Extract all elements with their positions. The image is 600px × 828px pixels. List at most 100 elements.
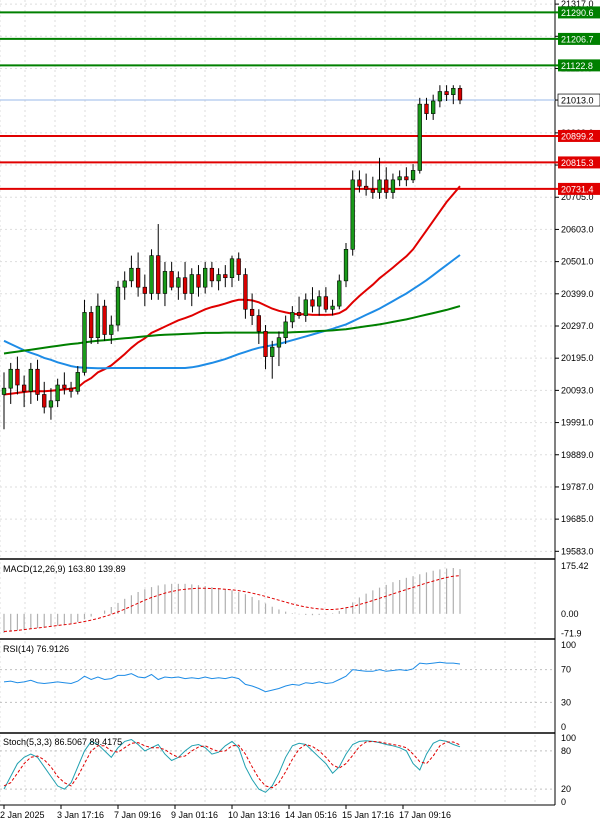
rsi-tick-label: 0 — [561, 722, 566, 732]
price-tick-label: 20603.0 — [561, 224, 594, 234]
candle-body — [410, 170, 416, 181]
rsi-line — [3, 661, 461, 693]
price-tick-label: 20093.0 — [561, 385, 594, 395]
candle-body — [95, 305, 101, 338]
time-tick-label: 10 Jan 13:16 — [228, 810, 280, 820]
chart-root: 21317.021215.021113.021013.020909.020807… — [0, 0, 600, 823]
candle-body — [115, 286, 121, 326]
candle-body — [276, 337, 282, 348]
moving-average-line — [3, 185, 461, 396]
candle-body — [203, 267, 208, 288]
time-tick-label: 9 Jan 01:16 — [171, 810, 218, 820]
macd-tick-label: 175.42 — [561, 561, 589, 571]
candle-body — [384, 179, 389, 193]
candle-body — [249, 308, 255, 316]
candle-body — [156, 255, 161, 294]
candle-body — [323, 296, 329, 310]
candle-body — [444, 91, 449, 95]
candle-body — [377, 179, 382, 193]
candle-body — [310, 299, 315, 307]
candle-body — [21, 384, 27, 392]
candle-body — [296, 312, 302, 316]
price-tick-label: 20501.0 — [561, 257, 594, 267]
candle-body — [330, 305, 335, 310]
level-label: 21290.6 — [561, 8, 594, 18]
candle-body — [89, 312, 94, 338]
candle-body — [109, 324, 114, 335]
candle-body — [370, 189, 375, 193]
candle-body — [176, 277, 181, 288]
candle-body — [283, 321, 288, 338]
candle-body — [397, 176, 402, 181]
moving-average-line — [3, 305, 461, 355]
candle-body — [15, 368, 20, 386]
candle-body — [263, 331, 268, 357]
level-label: 20731.4 — [561, 184, 594, 194]
candle-body — [317, 296, 322, 307]
candle-body — [135, 267, 141, 288]
time-tick-label: 2 Jan 2025 — [0, 810, 45, 820]
candle-body — [357, 179, 362, 187]
candle-body — [42, 394, 47, 408]
price-tick-label: 20297.0 — [561, 321, 594, 331]
candle-body — [223, 274, 228, 279]
candle-body — [162, 271, 168, 294]
level-label: 21122.8 — [561, 61, 593, 71]
price-tick-label: 19991.0 — [561, 418, 594, 428]
time-tick-label: 17 Jan 09:16 — [399, 810, 451, 820]
candle-body — [8, 368, 13, 389]
price-tick-label: 19583.0 — [561, 546, 594, 556]
macd-label: MACD(12,26,9) 163.80 139.89 — [3, 564, 126, 574]
candle-body — [75, 372, 80, 392]
candle-body — [216, 274, 221, 282]
candle-body — [142, 286, 147, 294]
stoch-tick-label: 20 — [561, 784, 571, 794]
rsi-tick-label: 70 — [561, 665, 571, 675]
price-tick-label: 19787.0 — [561, 482, 594, 492]
time-tick-label: 15 Jan 17:16 — [342, 810, 394, 820]
candle-body — [28, 368, 33, 392]
candle-body — [457, 88, 463, 101]
candle-body — [350, 179, 355, 250]
level-label: 20815.3 — [561, 158, 594, 168]
level-label: 21206.7 — [561, 34, 594, 44]
candle-body — [236, 258, 241, 275]
candle-body — [229, 258, 235, 279]
candle-body — [303, 299, 308, 316]
candle-body — [337, 280, 342, 307]
rsi-tick-label: 30 — [561, 697, 571, 707]
candle-body — [437, 91, 443, 102]
candle-body — [189, 274, 194, 294]
candle-body — [149, 255, 154, 294]
candle-body — [390, 179, 396, 193]
candle-body — [55, 384, 60, 402]
stoch-k-line — [3, 738, 461, 793]
candle-body — [68, 387, 74, 392]
candle-body — [363, 185, 369, 190]
price-tick-label: 20399.0 — [561, 289, 594, 299]
stoch-label: Stoch(5,3,3) 86.5067 89.4175 — [3, 737, 122, 747]
level-label: 20899.2 — [561, 131, 594, 141]
candle-body — [424, 103, 429, 114]
time-tick-label: 3 Jan 17:16 — [57, 810, 104, 820]
candle-body — [196, 274, 201, 288]
candle-body — [129, 267, 134, 282]
price-tick-label: 20195.0 — [561, 353, 594, 363]
chart-svg: 21317.021215.021113.021013.020909.020807… — [0, 0, 600, 820]
candle-body — [243, 274, 248, 310]
stoch-tick-label: 80 — [561, 746, 571, 756]
candle-body — [209, 267, 215, 282]
macd-tick-label: -71.9 — [561, 628, 582, 638]
candle-body — [122, 280, 127, 288]
rsi-label: RSI(14) 76.9126 — [3, 644, 69, 654]
time-tick-label: 7 Jan 09:16 — [114, 810, 161, 820]
candle-body — [1, 387, 7, 395]
candle-body — [48, 400, 54, 408]
stoch-tick-label: 100 — [561, 733, 576, 743]
macd-tick-label: 0.00 — [561, 609, 579, 619]
candle-body — [290, 312, 295, 323]
candle-body — [417, 103, 422, 171]
stoch-tick-label: 0 — [561, 797, 566, 807]
price-tick-label: 19889.0 — [561, 450, 594, 460]
candle-body — [404, 176, 409, 181]
